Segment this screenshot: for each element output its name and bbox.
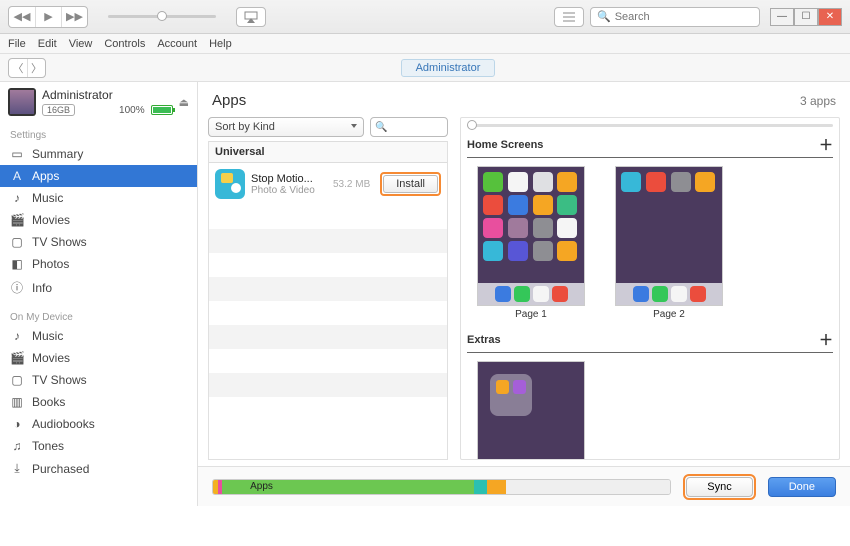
search-input[interactable]: 🔍 xyxy=(590,7,760,27)
sidebar-item-od-music[interactable]: ♪Music xyxy=(0,325,197,347)
summary-icon: ▭ xyxy=(10,147,24,161)
sidebar-item-movies[interactable]: 🎬Movies xyxy=(0,209,197,231)
sidebar-item-tvshows[interactable]: ▢TV Shows xyxy=(0,231,197,253)
sidebar-item-summary[interactable]: ▭Summary xyxy=(0,143,197,165)
main-panel: Apps 3 apps Sort by Kind 🔍 Universal Sto… xyxy=(198,82,850,506)
storage-bar: Apps xyxy=(212,479,671,495)
extras-header: Extras ＋ xyxy=(467,328,833,353)
sync-button[interactable]: Sync xyxy=(686,477,752,497)
purchased-icon: ⤓ xyxy=(10,461,24,476)
menu-controls[interactable]: Controls xyxy=(104,38,145,50)
eject-icon[interactable]: ⏏ xyxy=(179,96,189,109)
window-minimize-button[interactable]: — xyxy=(770,8,794,26)
nav-back-forward[interactable]: 〈 〉 xyxy=(8,58,46,78)
sidebar-item-photos[interactable]: ◧Photos xyxy=(0,253,197,275)
titlebar: ◀◀ ▶ ▶▶ 🔍 — ☐ ✕ xyxy=(0,0,850,34)
device-header: Administrator 16GB 100% ⏏ xyxy=(0,82,197,122)
music-icon: ♪ xyxy=(10,329,24,343)
playback-controls[interactable]: ◀◀ ▶ ▶▶ xyxy=(8,6,88,28)
sidebar-item-od-movies[interactable]: 🎬Movies xyxy=(0,347,197,369)
page-label: Page 2 xyxy=(653,309,685,320)
play-icon[interactable]: ▶ xyxy=(35,7,61,27)
audiobooks-icon: ◑ xyxy=(10,417,24,431)
menu-view[interactable]: View xyxy=(69,38,93,50)
next-icon[interactable]: ▶▶ xyxy=(61,7,87,27)
home-screen-page[interactable]: Page 1 xyxy=(477,166,585,320)
menu-file[interactable]: File xyxy=(8,38,26,50)
footer: Apps Sync Done xyxy=(198,466,850,506)
apps-search-input[interactable]: 🔍 xyxy=(370,117,448,137)
books-icon: ▥ xyxy=(10,395,24,409)
device-name: Administrator xyxy=(42,88,173,102)
add-extras-button[interactable]: ＋ xyxy=(819,330,833,350)
menu-help[interactable]: Help xyxy=(209,38,232,50)
ondevice-group-label: On My Device xyxy=(0,308,197,325)
app-category: Photo & Video xyxy=(251,185,327,196)
search-field[interactable] xyxy=(615,11,753,23)
page-title: Apps xyxy=(212,92,246,109)
tv-icon: ▢ xyxy=(10,235,24,249)
sidebar-item-od-tones[interactable]: ♫Tones xyxy=(0,435,197,457)
music-icon: ♪ xyxy=(10,191,24,205)
install-button[interactable]: Install xyxy=(383,175,438,193)
photos-icon: ◧ xyxy=(10,257,24,271)
search-icon: 🔍 xyxy=(597,10,611,23)
volume-slider[interactable] xyxy=(102,15,222,18)
window-close-button[interactable]: ✕ xyxy=(818,8,842,26)
sidebar: Administrator 16GB 100% ⏏ Settings ▭Summ… xyxy=(0,82,198,506)
sidebar-item-info[interactable]: ⓘInfo xyxy=(0,275,197,300)
apps-column: Sort by Kind 🔍 Universal Stop Motio... P… xyxy=(208,117,448,460)
menu-edit[interactable]: Edit xyxy=(38,38,57,50)
app-count: 3 apps xyxy=(800,94,836,108)
window-maximize-button[interactable]: ☐ xyxy=(794,8,818,26)
home-screen-page[interactable]: Page 2 xyxy=(615,166,723,320)
battery-icon xyxy=(151,105,173,115)
apps-icon: A xyxy=(10,169,24,183)
app-icon xyxy=(215,169,245,199)
device-thumbnail-icon xyxy=(8,88,36,116)
app-row[interactable]: Stop Motio... Photo & Video 53.2 MB Inst… xyxy=(209,163,447,205)
sync-highlight: Sync xyxy=(683,474,755,500)
breadcrumb[interactable]: Administrator xyxy=(401,59,496,77)
install-highlight: Install xyxy=(380,172,441,196)
list-view-button[interactable] xyxy=(554,7,584,27)
movies-icon: 🎬 xyxy=(10,351,24,365)
tv-icon: ▢ xyxy=(10,373,24,387)
sidebar-item-od-audiobooks[interactable]: ◑Audiobooks xyxy=(0,413,197,435)
breadcrumb-row: 〈 〉 Administrator xyxy=(0,54,850,82)
sidebar-item-od-purchased[interactable]: ⤓Purchased xyxy=(0,457,197,480)
sidebar-item-od-tv[interactable]: ▢TV Shows xyxy=(0,369,197,391)
tones-icon: ♫ xyxy=(10,439,24,453)
page-label: Page 1 xyxy=(515,309,547,320)
search-icon: 🔍 xyxy=(375,122,387,133)
prev-icon[interactable]: ◀◀ xyxy=(9,7,35,27)
zoom-slider[interactable] xyxy=(467,124,833,127)
forward-icon[interactable]: 〉 xyxy=(27,59,45,77)
app-name: Stop Motio... xyxy=(251,173,327,185)
movies-icon: 🎬 xyxy=(10,213,24,227)
airplay-button[interactable] xyxy=(236,7,266,27)
battery-percent: 100% xyxy=(119,105,145,116)
app-size: 53.2 MB xyxy=(333,179,370,190)
sidebar-item-od-books[interactable]: ▥Books xyxy=(0,391,197,413)
done-button[interactable]: Done xyxy=(768,477,836,497)
sidebar-item-music[interactable]: ♪Music xyxy=(0,187,197,209)
menubar: File Edit View Controls Account Help xyxy=(0,34,850,54)
device-capacity-badge: 16GB xyxy=(42,104,75,116)
sort-dropdown[interactable]: Sort by Kind xyxy=(208,117,364,137)
apps-group-header: Universal xyxy=(209,141,447,163)
settings-group-label: Settings xyxy=(0,126,197,143)
menu-account[interactable]: Account xyxy=(157,38,197,50)
sidebar-item-apps[interactable]: AApps xyxy=(0,165,197,187)
info-icon: ⓘ xyxy=(10,279,24,296)
back-icon[interactable]: 〈 xyxy=(9,59,27,77)
home-screens-column: Home Screens ＋ xyxy=(460,117,840,460)
home-screens-header: Home Screens ＋ xyxy=(467,133,833,158)
add-page-button[interactable]: ＋ xyxy=(819,135,833,155)
extras-page[interactable] xyxy=(477,361,585,460)
storage-label: Apps xyxy=(250,481,273,492)
